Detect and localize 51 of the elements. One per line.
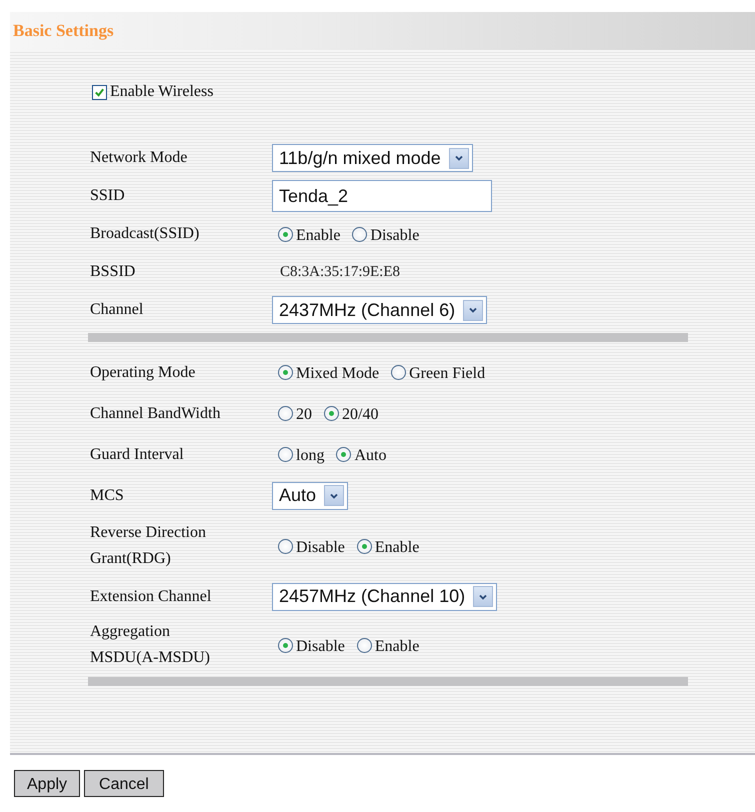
radio-button[interactable] <box>278 406 293 421</box>
radio-label: Disable <box>296 636 345 656</box>
radio-label: 20/40 <box>342 405 378 424</box>
radio-label: Green Field <box>409 364 486 383</box>
field-label: BSSID <box>90 262 136 282</box>
radio-button[interactable] <box>278 447 293 462</box>
checkbox-label: Enable Wireless <box>110 83 214 101</box>
field-label: Channel <box>90 300 144 320</box>
radio-label: Auto <box>354 446 386 465</box>
radio-button[interactable] <box>352 226 368 242</box>
field-label: Channel BandWidth <box>90 404 222 424</box>
radio-button[interactable] <box>356 538 372 554</box>
caret-icon <box>473 586 494 607</box>
field-value: C8:3A:35:17:9E:E8 <box>279 264 400 280</box>
field-label: Reverse Direction Grant(RDG) <box>90 523 207 569</box>
cancel-button[interactable]: Cancel <box>84 770 164 797</box>
radio-button[interactable] <box>278 538 293 554</box>
apply-button[interactable]: Apply <box>14 770 80 797</box>
checkbox[interactable] <box>92 84 107 100</box>
radio-label: Disable <box>370 226 420 244</box>
field-label: SSID <box>90 186 126 206</box>
radio-label: Mixed Mode <box>296 364 380 383</box>
caret-icon <box>448 148 469 168</box>
radio-label: Enable <box>374 538 420 556</box>
radio-label: Enable <box>296 226 340 244</box>
radio-button[interactable] <box>391 365 406 380</box>
radio-button[interactable] <box>278 365 293 380</box>
field-label: MCS <box>90 486 125 506</box>
radio-button[interactable] <box>356 638 372 652</box>
field-label: Broadcast(SSID) <box>90 224 200 244</box>
dropdown[interactable]: Auto <box>272 482 348 510</box>
radio-button[interactable] <box>324 406 339 421</box>
field-label: Extension Channel <box>90 586 212 606</box>
dropdown[interactable]: 2437MHz (Channel 6) <box>272 296 488 324</box>
dropdown[interactable]: 11b/g/n mixed mode <box>272 144 473 172</box>
radio-button[interactable] <box>278 638 293 652</box>
radio-button[interactable] <box>336 447 352 462</box>
caret-icon <box>463 300 484 320</box>
dropdown[interactable]: 2457MHz (Channel 10) <box>272 582 498 610</box>
caret-icon <box>324 485 344 506</box>
radio-label: 20 <box>296 405 312 424</box>
radio-label: Enable <box>374 636 420 656</box>
radio-label: Disable <box>296 538 345 556</box>
field-label: Network Mode <box>90 148 188 168</box>
input-field[interactable]: Tenda_2 <box>272 180 492 212</box>
radio-button[interactable] <box>278 226 293 242</box>
page-title: Basic Settings <box>13 21 114 41</box>
field-label: Operating Mode <box>90 362 196 382</box>
field-label: Aggregation MSDU(A-MSDU) <box>90 622 212 668</box>
field-label: Guard Interval <box>90 444 185 464</box>
radio-label: long <box>296 446 324 465</box>
